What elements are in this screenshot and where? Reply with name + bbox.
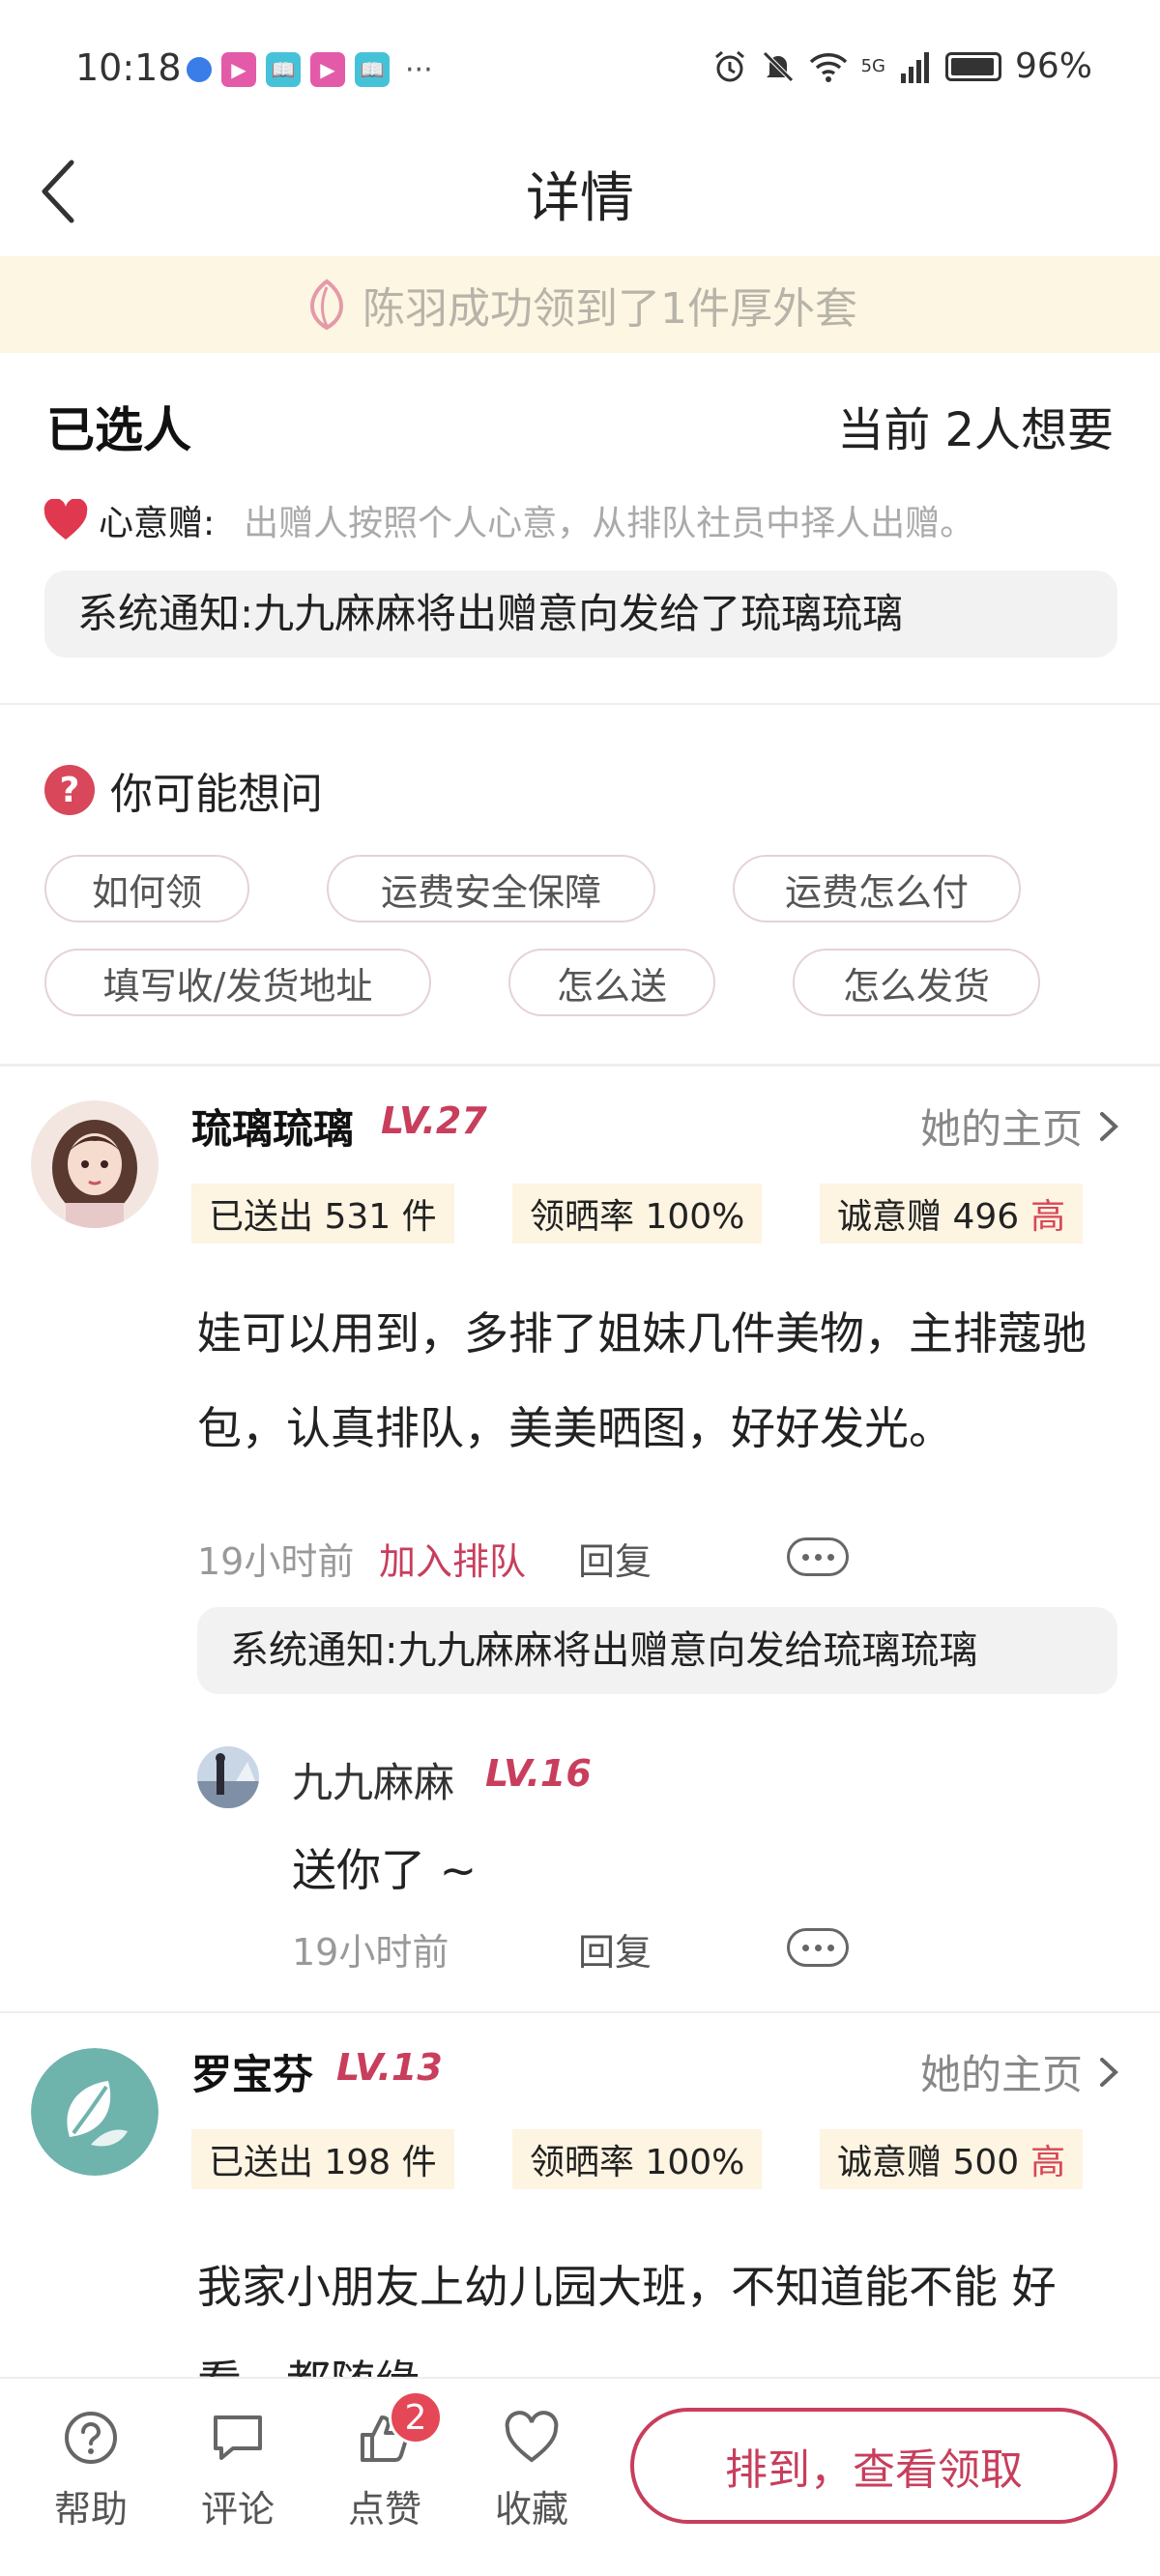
- gift-mode-desc: 出赠人按照个人心意，从排队社员中择人出赠。: [244, 504, 975, 543]
- comment-time: 19小时前: [197, 1540, 355, 1583]
- page-title: 详情: [526, 167, 634, 230]
- profile-link[interactable]: 她的主页: [920, 1097, 1121, 1156]
- sent-count-tag: 已送出 198 件: [191, 2129, 454, 2189]
- app-dot-icon: [187, 57, 212, 82]
- avatar[interactable]: [197, 1746, 259, 1808]
- divider: [0, 2011, 1160, 2013]
- like-label: 点赞: [347, 2488, 421, 2531]
- reader-app-icon: 📖: [266, 52, 301, 87]
- status-time: 10:18: [75, 46, 182, 89]
- reader-app-icon-2: 📖: [355, 52, 390, 87]
- heart-icon: [44, 499, 88, 540]
- avatar-leaf-icon: [31, 2048, 159, 2176]
- bottom-bar: 帮助 评论 2 点赞 收藏 排到，查看领取: [0, 2377, 1160, 2576]
- success-banner: 陈羽成功领到了1件厚外套: [0, 256, 1160, 353]
- system-note: 系统通知:九九麻麻将出赠意向发给琉璃琉璃: [197, 1607, 1117, 1694]
- claim-rate-tag: 领晒率 100%: [512, 1184, 763, 1244]
- avatar-photo-icon: [197, 1746, 259, 1808]
- reply-button[interactable]: 回复: [578, 1922, 652, 1976]
- banner-text: 陈羽成功领到了1件厚外套: [362, 284, 857, 334]
- wifi-icon: [809, 52, 847, 82]
- help-icon: [65, 2412, 117, 2464]
- chevron-right-icon: [1100, 1111, 1118, 1141]
- mute-icon: [762, 50, 794, 82]
- reply-button[interactable]: 回复: [578, 1532, 652, 1585]
- gift-mode-row: 心意赠: 出赠人按照个人心意，从排队社员中择人出赠。: [43, 495, 974, 545]
- help-tab[interactable]: 帮助: [33, 2408, 149, 2532]
- user-name[interactable]: 罗宝芬: [191, 2042, 313, 2101]
- user-name[interactable]: 琉璃琉璃: [191, 1097, 354, 1156]
- divider: [0, 1064, 1160, 1067]
- comment-icon: [214, 2415, 262, 2460]
- user-level: LV.27: [381, 1099, 487, 1142]
- petal-icon: [310, 278, 343, 331]
- profile-link-label: 她的主页: [919, 2051, 1083, 2098]
- question-icon: ?: [44, 765, 95, 815]
- nav-bar: 详情: [0, 135, 1160, 256]
- status-app-icons: ▶ 📖 ▶ 📖 ···: [187, 52, 433, 87]
- wanted-count: 当前 2人想要: [837, 403, 1114, 457]
- sent-count-tag: 已送出 531 件: [191, 1184, 454, 1244]
- reply-text: 送你了 ~: [292, 1844, 478, 1896]
- claim-rate-tag: 领晒率 100%: [512, 2129, 763, 2189]
- profile-link[interactable]: 她的主页: [920, 2042, 1121, 2101]
- faq-chip[interactable]: 填写收/发货地址: [44, 949, 431, 1016]
- network-type: 5G: [860, 56, 885, 76]
- like-count-badge: 2: [389, 2390, 443, 2444]
- heart-outline-icon: [505, 2411, 559, 2463]
- favorite-tab[interactable]: 收藏: [474, 2408, 590, 2532]
- reply-user-level: LV.16: [485, 1752, 592, 1795]
- selected-title: 已选人: [46, 402, 191, 458]
- faq-chip[interactable]: 运费怎么付: [733, 855, 1021, 922]
- sincerity-level: 高: [1030, 2143, 1066, 2182]
- video-app-icon: ▶: [221, 52, 256, 87]
- help-label: 帮助: [53, 2488, 128, 2531]
- favorite-label: 收藏: [494, 2488, 568, 2531]
- sincerity-tag: 诚意赠 500 高: [820, 2129, 1084, 2189]
- status-bar: 10:18 ▶ 📖 ▶ 📖 ··· 5G 96%: [0, 0, 1160, 135]
- sincerity-value: 诚意赠 500: [837, 2143, 1020, 2182]
- user-level: LV.13: [336, 2046, 443, 2089]
- faq-title: 你可能想问: [110, 770, 323, 819]
- comment-tab[interactable]: 评论: [180, 2408, 296, 2532]
- faq-chip[interactable]: 怎么送: [508, 949, 715, 1016]
- status-indicators: 5G 96%: [712, 46, 1092, 86]
- battery-icon: [944, 51, 1001, 81]
- faq-chip[interactable]: 怎么发货: [793, 949, 1040, 1016]
- more-options-icon[interactable]: [787, 1537, 849, 1576]
- avatar[interactable]: [31, 2048, 159, 2176]
- faq-chip[interactable]: 运费安全保障: [327, 855, 655, 922]
- chevron-right-icon: [1100, 2057, 1118, 2087]
- video-app-icon-2: ▶: [310, 52, 345, 87]
- battery-percent: 96%: [1014, 46, 1092, 86]
- avatar-girl-icon: [31, 1100, 159, 1228]
- gift-mode-label: 心意赠:: [99, 504, 216, 543]
- profile-link-label: 她的主页: [919, 1105, 1083, 1153]
- more-options-icon[interactable]: [787, 1928, 849, 1967]
- sincerity-level: 高: [1030, 1197, 1066, 1237]
- status-more-icon: ···: [405, 52, 433, 87]
- alarm-icon: [714, 50, 744, 81]
- divider: [0, 703, 1160, 705]
- system-notice: 系统通知:九九麻麻将出赠意向发给了琉璃琉璃: [44, 571, 1117, 658]
- like-tab[interactable]: 2 点赞: [327, 2390, 443, 2532]
- join-queue-label: 加入排队: [379, 1540, 527, 1583]
- view-claim-button[interactable]: 排到，查看领取: [630, 2408, 1117, 2524]
- comment-text: 娃可以用到，多排了姐妹几件美物，主排蔻驰包，认真排队，美美晒图，好好发光。: [197, 1307, 1087, 1454]
- comment-label: 评论: [200, 2488, 275, 2531]
- sincerity-value: 诚意赠 496: [837, 1197, 1020, 1237]
- reply-user-name[interactable]: 九九麻麻: [292, 1750, 454, 1809]
- sincerity-tag: 诚意赠 496 高: [820, 1184, 1084, 1244]
- faq-header: ? 你可能想问: [44, 759, 323, 821]
- faq-chip[interactable]: 如何领: [44, 855, 249, 922]
- reply-time: 19小时前: [292, 1931, 450, 1974]
- signal-icon: [900, 51, 929, 83]
- avatar[interactable]: [31, 1100, 159, 1228]
